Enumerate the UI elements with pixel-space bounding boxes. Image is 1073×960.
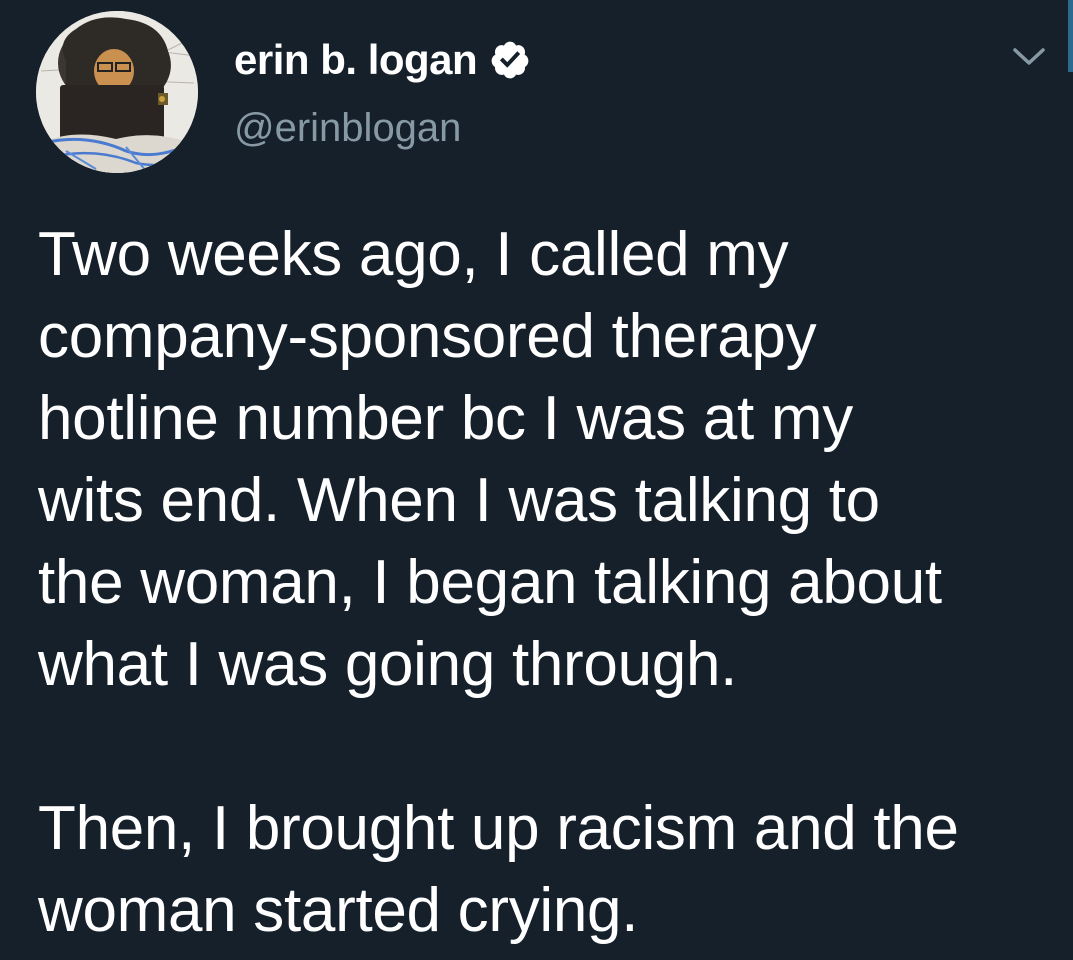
author-name-row[interactable]: erin b. logan [234, 32, 531, 88]
tweet-text-line: Two weeks ago, I called my [38, 220, 789, 289]
tweet-text-line: woman started crying. [38, 876, 639, 945]
verified-badge-icon [491, 41, 529, 79]
tweet-text-line: what I was going through. [38, 630, 738, 699]
tweet-card: erin b. logan @erinblogan Two weeks ago,… [0, 0, 1073, 960]
author-handle[interactable]: @erinblogan [234, 106, 461, 151]
avatar[interactable] [36, 11, 198, 173]
edge-divider [1068, 0, 1073, 72]
tweet-text-line: the woman, I began talking about [38, 548, 942, 617]
avatar-illustration [36, 11, 198, 173]
tweet-text-line: company-sponsored therapy [38, 302, 817, 371]
tweet-text-line: hotline number bc I was at my [38, 384, 853, 453]
chevron-down-icon[interactable] [1006, 36, 1052, 76]
display-name[interactable]: erin b. logan [234, 36, 478, 84]
tweet-text-line: Then, I brought up racism and the [38, 794, 959, 863]
tweet-text-line: wits end. When I was talking to [38, 466, 880, 535]
tweet-text: Two weeks ago, I called my company-spons… [38, 214, 1058, 952]
